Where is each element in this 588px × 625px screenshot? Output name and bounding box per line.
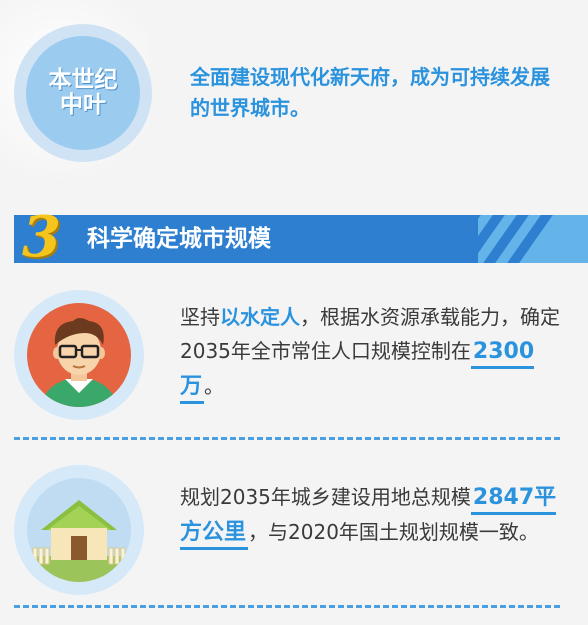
top-description: 全面建设现代化新天府，成为可持续发展的世界城市。 [190, 65, 550, 120]
era-badge: 本世纪中叶 [14, 24, 152, 162]
person-icon-bg [27, 303, 131, 407]
era-badge-inner: 本世纪中叶 [26, 36, 140, 150]
section-title: 科学确定城市规模 [87, 226, 271, 252]
text-part: 。 [204, 374, 225, 398]
land-use-text: 规划2035年城乡建设用地总规模2847平方公里 ，与2020年国土规划规模一致。 [180, 480, 560, 550]
era-label: 本世纪中叶 [48, 67, 118, 118]
text-part: 坚持 [180, 305, 220, 329]
section-banner: 3 科学确定城市规模 [0, 209, 588, 265]
house-icon [14, 465, 144, 595]
text-part: ，与2020年国土规划规模一致。 [248, 520, 539, 544]
section-number: 3 [22, 204, 61, 270]
highlight-phrase: 以水定人 [220, 305, 300, 329]
person-icon [14, 290, 144, 420]
divider [14, 605, 560, 608]
divider [14, 437, 560, 440]
person-icon-graphic [41, 318, 117, 407]
population-text: 坚持以水定人，根据水资源承载能力，确定2035年全市常住人口规模控制在2300万… [180, 300, 560, 404]
house-icon-graphic [27, 500, 131, 582]
text-part: 规划2035年城乡建设用地总规模 [180, 485, 471, 509]
house-icon-bg [27, 478, 131, 582]
